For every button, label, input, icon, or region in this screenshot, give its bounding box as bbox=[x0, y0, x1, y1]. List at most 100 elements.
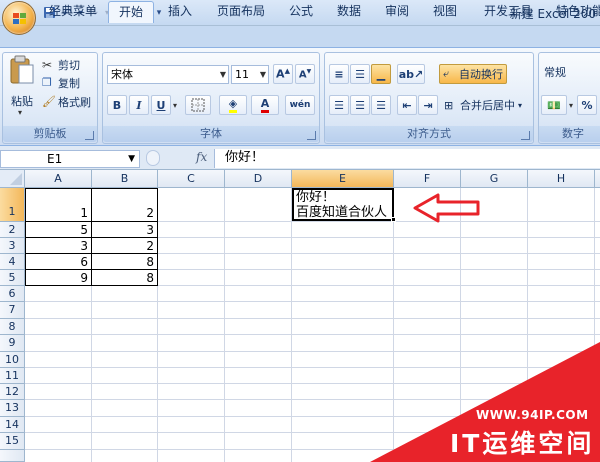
borders-icon bbox=[191, 98, 205, 112]
fill-color-button[interactable]: ◈ bbox=[219, 95, 247, 115]
format-painter-button[interactable]: 🖌 格式刷 bbox=[41, 93, 92, 110]
column-header-h[interactable]: H bbox=[528, 170, 595, 188]
cell-a4[interactable]: 6 bbox=[26, 255, 91, 269]
underline-button[interactable]: U bbox=[151, 95, 171, 115]
cell-a5[interactable]: 9 bbox=[26, 271, 91, 285]
accounting-format-button[interactable]: 💵 bbox=[541, 95, 567, 115]
align-bottom-button[interactable]: ▁ bbox=[371, 64, 391, 84]
cell-e1-active[interactable]: 你好！ 百度知道合伙人 bbox=[292, 188, 394, 221]
decrease-indent-icon: ⇤ bbox=[402, 98, 412, 112]
row-header-7[interactable]: 7 bbox=[0, 302, 25, 319]
row-header-10[interactable]: 10 bbox=[0, 352, 25, 368]
grow-font-button[interactable]: A▲ bbox=[273, 64, 293, 84]
column-header-g[interactable]: G bbox=[461, 170, 528, 188]
font-name-combo[interactable]: 宋体 ▼ bbox=[107, 65, 229, 84]
cell-b1[interactable]: 2 bbox=[92, 206, 157, 220]
column-header-e[interactable]: E bbox=[292, 170, 394, 188]
chevron-down-icon: ▼ bbox=[259, 70, 266, 79]
italic-button[interactable]: I bbox=[129, 95, 149, 115]
tab-page-layout[interactable]: 页面布局 bbox=[208, 1, 274, 22]
align-right-button[interactable]: ☰ bbox=[371, 95, 391, 115]
bold-button[interactable]: B bbox=[107, 95, 127, 115]
wrap-text-icon: ⤶ bbox=[443, 67, 450, 80]
percent-button[interactable]: % bbox=[577, 95, 597, 115]
tab-view[interactable]: 视图 bbox=[424, 1, 466, 22]
shrink-font-button[interactable]: A▼ bbox=[295, 64, 315, 84]
row-header-1[interactable]: 1 bbox=[0, 188, 25, 222]
tab-home[interactable]: 开始 bbox=[108, 1, 154, 23]
alignment-launcher-icon[interactable] bbox=[521, 131, 530, 140]
row-header-9[interactable]: 9 bbox=[0, 335, 25, 352]
tab-review[interactable]: 审阅 bbox=[376, 1, 418, 22]
cut-label: 剪切 bbox=[58, 58, 80, 72]
cut-button[interactable]: ✂ 剪切 bbox=[41, 56, 81, 73]
copy-button[interactable]: ❐ 复制 bbox=[41, 74, 81, 91]
name-box[interactable]: E1 ▼ bbox=[0, 150, 140, 168]
row-header-15[interactable]: 15 bbox=[0, 433, 25, 450]
row-header-5[interactable]: 5 bbox=[0, 270, 25, 286]
font-color-button[interactable]: A bbox=[251, 95, 279, 115]
tab-formulas[interactable]: 公式 bbox=[280, 1, 322, 22]
fill-handle[interactable] bbox=[391, 217, 396, 222]
column-header-i[interactable] bbox=[595, 170, 600, 188]
align-top-button[interactable]: ≡ bbox=[329, 64, 349, 84]
alignment-group-label: 对齐方式 bbox=[325, 126, 533, 142]
increase-indent-button[interactable]: ⇥ bbox=[418, 95, 438, 115]
office-button[interactable] bbox=[2, 1, 36, 35]
tab-developer[interactable]: 开发工具 bbox=[476, 1, 540, 22]
cell-a3[interactable]: 3 bbox=[26, 239, 91, 253]
merge-center-button[interactable]: ⊞ 合并后居中 ▾ bbox=[443, 95, 523, 115]
row-header-2[interactable]: 2 bbox=[0, 222, 25, 238]
tab-insert[interactable]: 插入 bbox=[158, 1, 202, 22]
font-launcher-icon[interactable] bbox=[307, 131, 316, 140]
paste-button[interactable]: 粘贴 ▾ bbox=[7, 55, 37, 125]
underline-dropdown-icon[interactable]: ▾ bbox=[173, 101, 177, 110]
align-middle-button[interactable]: ☰ bbox=[350, 64, 370, 84]
paste-label: 粘贴 bbox=[11, 95, 33, 108]
phonetic-button[interactable]: wén bbox=[285, 95, 315, 115]
column-header-c[interactable]: C bbox=[158, 170, 225, 188]
column-header-a[interactable]: A bbox=[25, 170, 92, 188]
row-header-14[interactable]: 14 bbox=[0, 417, 25, 433]
formula-bar-circle-icon[interactable] bbox=[146, 150, 160, 166]
cell-a1[interactable]: 1 bbox=[26, 206, 91, 220]
shrink-font-icon: A▼ bbox=[298, 67, 312, 81]
clipboard-launcher-icon[interactable] bbox=[85, 131, 94, 140]
cell-a2[interactable]: 5 bbox=[26, 223, 91, 237]
row-header-3[interactable]: 3 bbox=[0, 238, 25, 254]
number-format-combo[interactable]: 常规 bbox=[541, 64, 600, 83]
column-header-b[interactable]: B bbox=[92, 170, 158, 188]
row-header-6[interactable]: 6 bbox=[0, 286, 25, 302]
align-center-button[interactable]: ☰ bbox=[350, 95, 370, 115]
orientation-button[interactable]: ab↗ bbox=[397, 64, 425, 84]
tab-special-functions[interactable]: 特色功能 bbox=[548, 1, 600, 22]
decrease-indent-button[interactable]: ⇤ bbox=[397, 95, 417, 115]
wrap-text-button[interactable]: ⤶ 自动换行 bbox=[439, 64, 507, 84]
row-header-8[interactable]: 8 bbox=[0, 319, 25, 335]
select-all-corner[interactable] bbox=[0, 170, 25, 188]
font-size-combo[interactable]: 11 ▼ bbox=[231, 65, 269, 84]
align-left-icon: ☰ bbox=[334, 98, 344, 112]
insert-function-icon[interactable]: fx bbox=[196, 150, 207, 164]
tab-data[interactable]: 数据 bbox=[328, 1, 370, 22]
row-header-13[interactable]: 13 bbox=[0, 400, 25, 417]
cell-b5[interactable]: 8 bbox=[92, 271, 157, 285]
row-header-11[interactable]: 11 bbox=[0, 368, 25, 384]
row-header-12[interactable]: 12 bbox=[0, 384, 25, 400]
column-header-d[interactable]: D bbox=[225, 170, 292, 188]
row-header-4[interactable]: 4 bbox=[0, 254, 25, 270]
formula-input[interactable]: 你好！ bbox=[214, 149, 600, 168]
align-middle-icon: ☰ bbox=[355, 67, 365, 81]
paste-icon bbox=[10, 55, 34, 84]
borders-button[interactable] bbox=[185, 95, 211, 115]
cell-b2[interactable]: 3 bbox=[92, 223, 157, 237]
row-header-16[interactable] bbox=[0, 450, 25, 462]
cell-b3[interactable]: 2 bbox=[92, 239, 157, 253]
cell-b4[interactable]: 8 bbox=[92, 255, 157, 269]
name-box-dropdown-icon[interactable]: ▼ bbox=[128, 151, 135, 167]
accounting-dropdown-icon[interactable]: ▾ bbox=[569, 101, 573, 110]
column-header-f[interactable]: F bbox=[394, 170, 461, 188]
phonetic-icon: wén bbox=[289, 100, 311, 110]
tab-classic-menu[interactable]: 经典菜单 bbox=[40, 1, 106, 22]
align-left-button[interactable]: ☰ bbox=[329, 95, 349, 115]
